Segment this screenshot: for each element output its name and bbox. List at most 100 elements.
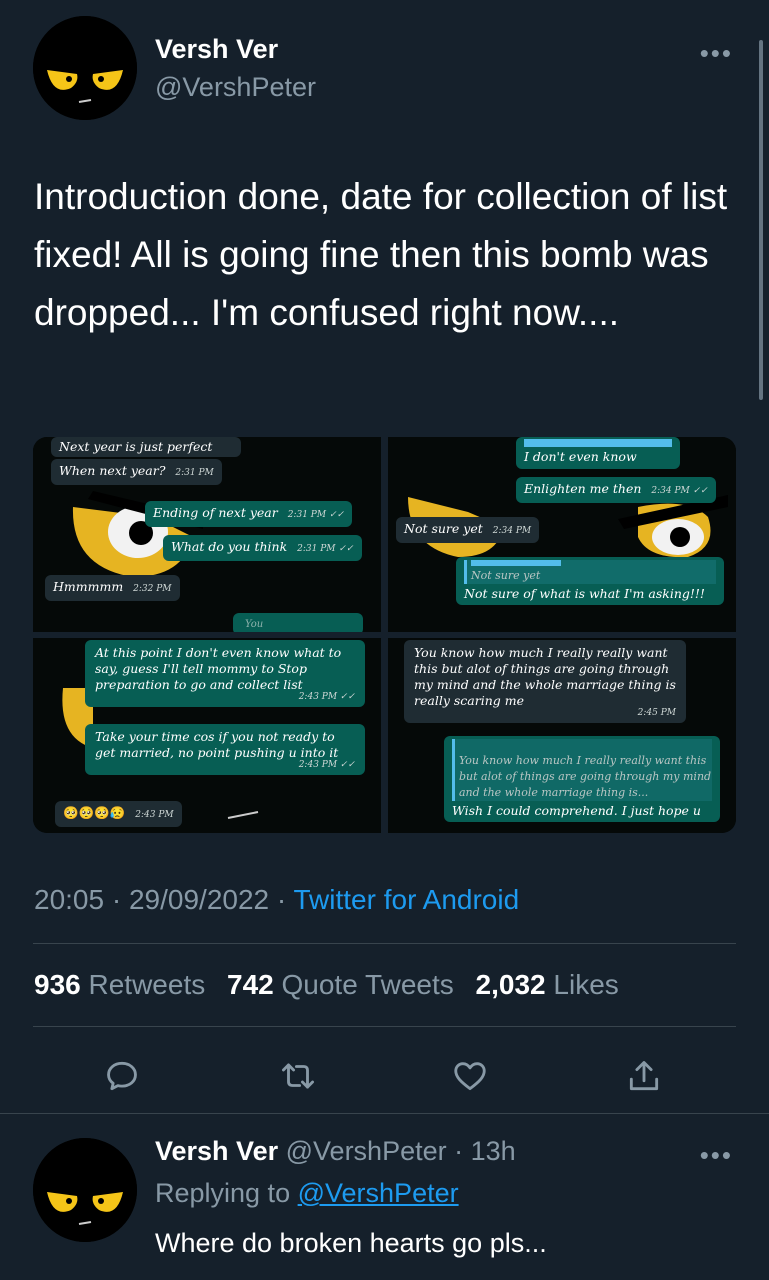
message-time: 2:43 PM ✓✓	[298, 692, 355, 702]
quote-redacted	[524, 439, 672, 447]
message-time: 2:34 PM	[651, 486, 690, 496]
divider	[33, 1026, 736, 1027]
reply-text: Where do broken hearts go pls...	[155, 1228, 547, 1258]
likes-label: Likes	[553, 969, 619, 1000]
read-ticks-icon: ✓✓	[329, 510, 345, 520]
tweet-meta: 20:05 · 29/09/2022 · Twitter for Android	[34, 884, 519, 916]
quote-preview: Not sure yet	[464, 560, 716, 584]
quote-tweets-label: Quote Tweets	[281, 969, 454, 1000]
scrollbar[interactable]	[759, 40, 763, 400]
tweet-header: Versh Ver @VershPeter •••	[0, 0, 769, 140]
chat-message: Hmmmmm 2:32 PM	[45, 575, 180, 601]
tweet-time: 20:05	[34, 884, 105, 915]
quote-preview: You know how much I really really want t…	[452, 739, 712, 801]
message-text: Take your time cos if you not ready to g…	[95, 729, 339, 760]
chat-message: Next year is just perfect	[51, 437, 241, 457]
retweet-icon	[282, 1063, 314, 1089]
message-text: When next year?	[59, 463, 166, 478]
tweet-text: Introduction done, date for collection o…	[34, 176, 728, 333]
author-handle[interactable]: @VershPeter	[155, 72, 316, 103]
message-text: Wish I could comprehend. I just hope u	[452, 803, 701, 818]
chat-screenshot-2[interactable]: I don't even know Enlighten me then 2:34 …	[388, 437, 736, 632]
reply-icon	[107, 1061, 137, 1091]
message-time: 2:31 PM	[287, 510, 327, 520]
meta-separator: ·	[111, 884, 122, 915]
like-button[interactable]	[446, 1052, 494, 1100]
chat-message: Ending of next year 2:31 PM ✓✓	[145, 501, 353, 527]
chat-message: Enlighten me then 2:34 PM ✓✓	[516, 477, 716, 503]
tweet-source-link[interactable]: Twitter for Android	[294, 884, 520, 915]
message-text: Hmmmmm	[53, 579, 124, 594]
chat-message: Take your time cos if you not ready to g…	[85, 724, 365, 775]
reply-author-line: Versh Ver @VershPeter · 13h	[155, 1136, 516, 1167]
chat-message: I don't even know	[516, 437, 680, 469]
chat-message: When next year? 2:31 PM	[51, 459, 222, 485]
message-text: What do you think	[171, 539, 288, 554]
message-time: 2:31 PM	[297, 544, 336, 554]
message-text: Next year is just perfect	[59, 439, 213, 454]
tweet-stats: 936 Retweets 742 Quote Tweets 2,032 Like…	[34, 969, 633, 1001]
read-ticks-icon: ✓✓	[692, 486, 708, 496]
reply-author-handle[interactable]: @VershPeter	[286, 1136, 447, 1166]
chat-message: You know how much I really really want t…	[444, 736, 720, 822]
message-text: Enlighten me then	[524, 481, 642, 496]
message-time: 2:43 PM	[135, 810, 174, 820]
likes-stat[interactable]: 2,032 Likes	[476, 969, 619, 1000]
chat-message: You know how much I really really want t…	[404, 640, 686, 723]
replying-to: Replying to @VershPeter	[155, 1178, 459, 1209]
reply-author-name[interactable]: Versh Ver	[155, 1136, 278, 1166]
quote-text: You know how much I really really want t…	[459, 754, 712, 799]
avatar[interactable]	[33, 1138, 137, 1242]
message-text: Ending of next year	[153, 505, 278, 520]
chat-screenshot-3[interactable]: At this point I don't even know what to …	[33, 638, 381, 833]
quote-tweets-stat[interactable]: 742 Quote Tweets	[227, 969, 454, 1000]
meta-separator: ·	[446, 1136, 471, 1166]
retweets-count: 936	[34, 969, 81, 1000]
message-time-value: 2:43 PM	[298, 692, 338, 702]
chat-screenshot-4[interactable]: You know how much I really really want t…	[388, 638, 736, 833]
reply-age: 13h	[470, 1136, 516, 1166]
chat-message: Not sure yet Not sure of what is what I'…	[456, 557, 724, 605]
read-ticks-icon: ✓✓	[338, 544, 354, 554]
chat-message: You	[233, 613, 363, 632]
angry-face-avatar-icon	[33, 16, 137, 120]
more-horizontal-icon[interactable]: •••	[700, 38, 733, 69]
message-time: 2:43 PM ✓✓	[298, 760, 355, 770]
more-horizontal-icon[interactable]: •••	[700, 1140, 733, 1171]
message-emoji: 🥺🥺🥺😥	[63, 805, 126, 820]
divider	[0, 1113, 769, 1114]
replying-to-label: Replying to	[155, 1178, 291, 1208]
divider	[33, 943, 736, 944]
angry-face-avatar-icon	[33, 1138, 137, 1242]
message-time-value: 2:43 PM	[298, 760, 338, 770]
chat-screenshot-1[interactable]: Next year is just perfect When next year…	[33, 437, 381, 632]
share-button[interactable]	[620, 1052, 668, 1100]
retweets-label: Retweets	[88, 969, 206, 1000]
tweet-media-grid[interactable]: Next year is just perfect When next year…	[33, 437, 736, 833]
replying-to-link[interactable]: @VershPeter	[298, 1178, 459, 1208]
chat-message: Not sure yet 2:34 PM	[396, 517, 540, 543]
message-time: 2:31 PM	[175, 468, 214, 478]
author-name[interactable]: Versh Ver	[155, 34, 278, 65]
message-time: 2:32 PM	[133, 584, 172, 594]
message-text: Not sure yet	[404, 521, 483, 536]
retweets-stat[interactable]: 936 Retweets	[34, 969, 205, 1000]
quote-tweets-count: 742	[227, 969, 274, 1000]
message-time: 2:34 PM	[492, 526, 532, 536]
quote-text: Not sure yet	[471, 569, 541, 582]
avatar[interactable]	[33, 16, 137, 120]
chat-message: 🥺🥺🥺😥 2:43 PM	[55, 801, 182, 827]
meta-separator: ·	[276, 884, 287, 915]
like-icon	[454, 1062, 486, 1091]
likes-count: 2,032	[475, 969, 546, 1000]
chat-message: What do you think 2:31 PM ✓✓	[163, 535, 362, 561]
reply-button[interactable]	[98, 1052, 146, 1100]
quote-redacted	[471, 560, 561, 566]
quote-author: You	[245, 619, 264, 630]
message-time: 2:45 PM	[637, 708, 676, 718]
message-text: You know how much I really really want t…	[414, 645, 676, 708]
message-text: Not sure of what is what I'm asking!!!	[464, 586, 705, 601]
retweet-button[interactable]	[274, 1052, 322, 1100]
tweet-date: 29/09/2022	[128, 884, 270, 915]
message-text: I don't even know	[524, 449, 637, 464]
